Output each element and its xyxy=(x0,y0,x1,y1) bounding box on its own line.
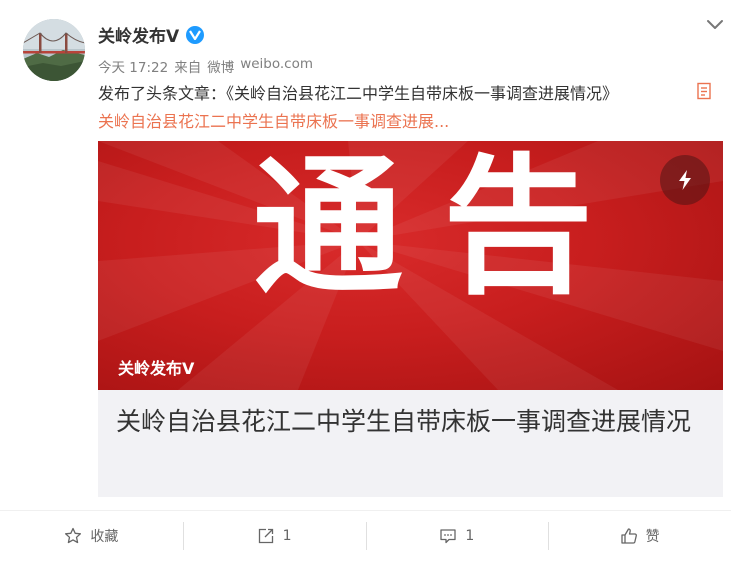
star-icon xyxy=(65,527,82,544)
article-card[interactable]: 通告 关岭发布V 关岭自治县花江二中学生自带床板一事调查进展情况 xyxy=(98,141,723,497)
flash-button[interactable] xyxy=(660,155,710,205)
repost-count: 1 xyxy=(282,528,292,544)
source-app[interactable]: 微博 xyxy=(207,56,234,76)
thumbs-up-icon xyxy=(620,528,637,544)
image-watermark: 关岭发布V xyxy=(118,359,195,378)
comment-count: 1 xyxy=(465,528,475,544)
post-text: 发布了头条文章：《关岭自治县花江二中学生自带床板一事调查进展情况》 xyxy=(98,84,619,103)
favorite-label: 收藏 xyxy=(90,529,119,545)
share-icon xyxy=(258,528,273,544)
avatar[interactable] xyxy=(23,19,85,81)
article-icon[interactable] xyxy=(696,82,712,100)
favorite-button[interactable]: 收藏 xyxy=(0,511,183,561)
comment-button[interactable]: 1 xyxy=(365,511,549,561)
action-bar: 收藏 1 1 赞 xyxy=(0,510,731,561)
card-title: 关岭自治县花江二中学生自带床板一事调查进展情况 xyxy=(116,407,692,436)
post-time[interactable]: 今天 17:22 xyxy=(98,56,168,76)
lightning-icon xyxy=(679,170,691,190)
article-link[interactable]: 关岭自治县花江二中学生自带床板一事调查进展... xyxy=(98,108,449,132)
username[interactable]: 关岭发布V xyxy=(98,22,179,47)
like-label: 赞 xyxy=(645,529,660,545)
source-prefix: 来自 xyxy=(174,60,202,76)
card-cover-image: 通告 关岭发布V xyxy=(98,141,723,390)
weibo-post: 关岭发布V 今天 17:22 来自 微博 weibo.com 发布了头条文章：《… xyxy=(0,0,731,561)
bridge-photo-icon xyxy=(23,19,85,81)
post-header: 关岭发布V xyxy=(98,22,205,47)
source-domain: weibo.com xyxy=(240,56,314,72)
notice-heading: 通告 xyxy=(253,141,634,315)
post-meta: 今天 17:22 来自 微博 weibo.com xyxy=(98,56,313,76)
comment-icon xyxy=(440,529,457,544)
repost-button[interactable]: 1 xyxy=(182,511,366,561)
like-button[interactable]: 赞 xyxy=(548,511,731,561)
chevron-down-icon[interactable] xyxy=(704,14,726,36)
verified-badge-icon xyxy=(186,25,205,44)
